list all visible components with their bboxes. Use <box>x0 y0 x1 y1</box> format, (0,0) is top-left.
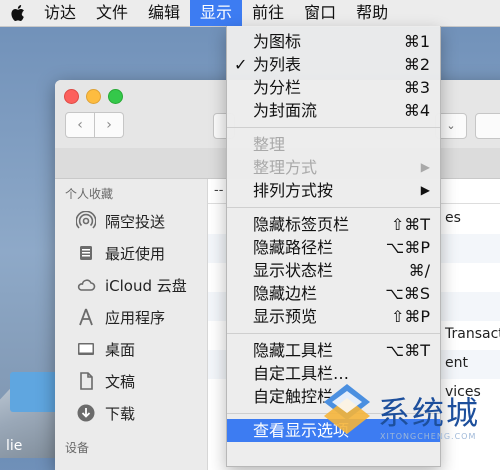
view-menu-item[interactable]: 为分栏 ⌘3 <box>227 76 440 99</box>
shortcut-label: ⇧⌘T <box>390 215 430 234</box>
shortcut-label: ⌥⌘S <box>385 284 430 303</box>
view-menu-item[interactable]: 显示状态栏 ⌘/ <box>227 259 440 282</box>
sidebar-item-0[interactable]: 隔空投送 <box>55 205 207 237</box>
watermark: 系统城 XITONGCHENG.COM <box>318 380 500 450</box>
sidebar-item-label: 桌面 <box>105 340 136 359</box>
desktop-folder-label: lie <box>6 438 23 454</box>
sidebar-item-5[interactable]: 文稿 <box>55 365 207 397</box>
watermark-subtext: XITONGCHENG.COM <box>380 432 477 441</box>
watermark-text: 系统城 <box>378 394 481 432</box>
desktop-folder-icon[interactable] <box>10 372 58 412</box>
view-menu-item[interactable]: 隐藏边栏 ⌥⌘S <box>227 282 440 305</box>
submenu-arrow-icon: ▶ <box>420 183 430 197</box>
sidebar-section-devices: 设备 <box>65 441 90 455</box>
menu-item-5[interactable]: 窗口 <box>294 0 346 26</box>
chevron-left-icon: ‹ <box>77 117 83 133</box>
sidebar-item-4[interactable]: 桌面 <box>55 333 207 365</box>
documents-icon <box>75 370 97 392</box>
applications-icon <box>75 306 97 328</box>
menu-item-label: 隐藏边栏 <box>253 284 318 303</box>
menu-item-label: 显示预览 <box>253 307 318 326</box>
shortcut-label: ⌘4 <box>403 101 430 120</box>
shortcut-label: ⌘/ <box>408 261 430 280</box>
share-button[interactable] <box>475 113 500 139</box>
sidebar-item-label: 应用程序 <box>105 308 166 327</box>
zoom-window-button[interactable] <box>108 89 123 104</box>
menu-item-label: 整理 <box>253 135 286 154</box>
sidebar-item-label: 下载 <box>105 404 136 423</box>
menu-item-label: 整理方式 <box>253 158 318 177</box>
downloads-icon <box>75 402 97 424</box>
menu-item-label: 显示状态栏 <box>253 261 334 280</box>
sidebar-item-label: 文稿 <box>105 372 136 391</box>
menu-item-label: 为分栏 <box>253 78 302 97</box>
menu-item-1[interactable]: 文件 <box>86 0 138 26</box>
minimize-window-button[interactable] <box>86 89 101 104</box>
apple-menu-icon[interactable] <box>0 0 34 26</box>
chevron-down-icon: ⌄ <box>446 119 456 132</box>
menu-item-6[interactable]: 帮助 <box>346 0 398 26</box>
sidebar-item-label: 隔空投送 <box>105 212 166 231</box>
shortcut-label: ⌘1 <box>403 32 430 51</box>
menu-item-label: 为图标 <box>253 32 302 51</box>
view-menu-item: 整理 <box>227 133 440 156</box>
sidebar-item-3[interactable]: 应用程序 <box>55 301 207 333</box>
sidebar-item-6[interactable]: 下载 <box>55 397 207 429</box>
submenu-arrow-icon: ▶ <box>420 160 430 174</box>
chevron-right-icon: › <box>106 117 112 133</box>
sidebar-item-2[interactable]: iCloud 云盘 <box>55 269 207 301</box>
menu-item-4[interactable]: 前往 <box>242 0 294 26</box>
row-name: ent <box>445 355 468 371</box>
recents-icon <box>75 242 97 264</box>
view-menu-item[interactable]: 隐藏标签页栏 ⇧⌘T <box>227 213 440 236</box>
view-menu-item[interactable]: ✓ 为列表 ⌘2 <box>227 53 440 76</box>
sidebar-item-label: iCloud 云盘 <box>105 276 187 295</box>
menu-item-3[interactable]: 显示 <box>190 0 243 26</box>
menu-separator <box>227 207 440 208</box>
menu-bar: 访达 文件 编辑 显示 前往 窗口 帮助 <box>0 0 500 27</box>
view-menu-item[interactable]: 隐藏工具栏 ⌥⌘T <box>227 339 440 362</box>
view-menu-item[interactable]: 为图标 ⌘1 <box>227 30 440 53</box>
menu-item-label: 隐藏工具栏 <box>253 341 334 360</box>
menu-item-2[interactable]: 编辑 <box>138 0 190 26</box>
menu-item-label: 隐藏标签页栏 <box>253 215 350 234</box>
back-button[interactable]: ‹ <box>65 112 95 138</box>
shortcut-label: ⌥⌘T <box>385 341 430 360</box>
desktop-icon <box>75 338 97 360</box>
menu-item-label: 排列方式按 <box>253 181 334 200</box>
view-menu-item: 整理方式 ▶ <box>227 156 440 179</box>
watermark-logo-icon <box>324 384 370 434</box>
checkmark-icon: ✓ <box>234 55 248 74</box>
menu-separator <box>227 127 440 128</box>
forward-button[interactable]: › <box>95 112 124 138</box>
menu-item-0[interactable]: 访达 <box>34 0 86 26</box>
cloud-icon <box>75 274 97 296</box>
row-name: es <box>445 210 461 226</box>
shortcut-label: ⇧⌘P <box>390 307 430 326</box>
menu-item-label: 隐藏路径栏 <box>253 238 334 257</box>
sidebar-item-label: 最近使用 <box>105 244 166 263</box>
menu-separator <box>227 333 440 334</box>
view-menu-item[interactable]: 为封面流 ⌘4 <box>227 99 440 122</box>
menu-item-label: 为列表 <box>253 55 302 74</box>
sidebar: 个人收藏 隔空投送最近使用 iCloud 云盘 应用程序桌面文稿下载 设备 <box>55 179 208 470</box>
view-menu-item[interactable]: 排列方式按 ▶ <box>227 179 440 202</box>
airdrop-icon <box>75 210 97 232</box>
sidebar-item-1[interactable]: 最近使用 <box>55 237 207 269</box>
column-header-label: -- <box>214 183 224 198</box>
shortcut-label: ⌥⌘P <box>385 238 430 257</box>
shortcut-label: ⌘2 <box>403 55 430 74</box>
menu-item-label: 为封面流 <box>253 101 318 120</box>
view-menu-item[interactable]: 显示预览 ⇧⌘P <box>227 305 440 328</box>
close-window-button[interactable] <box>64 89 79 104</box>
row-name: Transacti <box>445 326 500 342</box>
view-menu-item[interactable]: 隐藏路径栏 ⌥⌘P <box>227 236 440 259</box>
sidebar-section-favorites: 个人收藏 <box>65 187 114 201</box>
shortcut-label: ⌘3 <box>403 78 430 97</box>
